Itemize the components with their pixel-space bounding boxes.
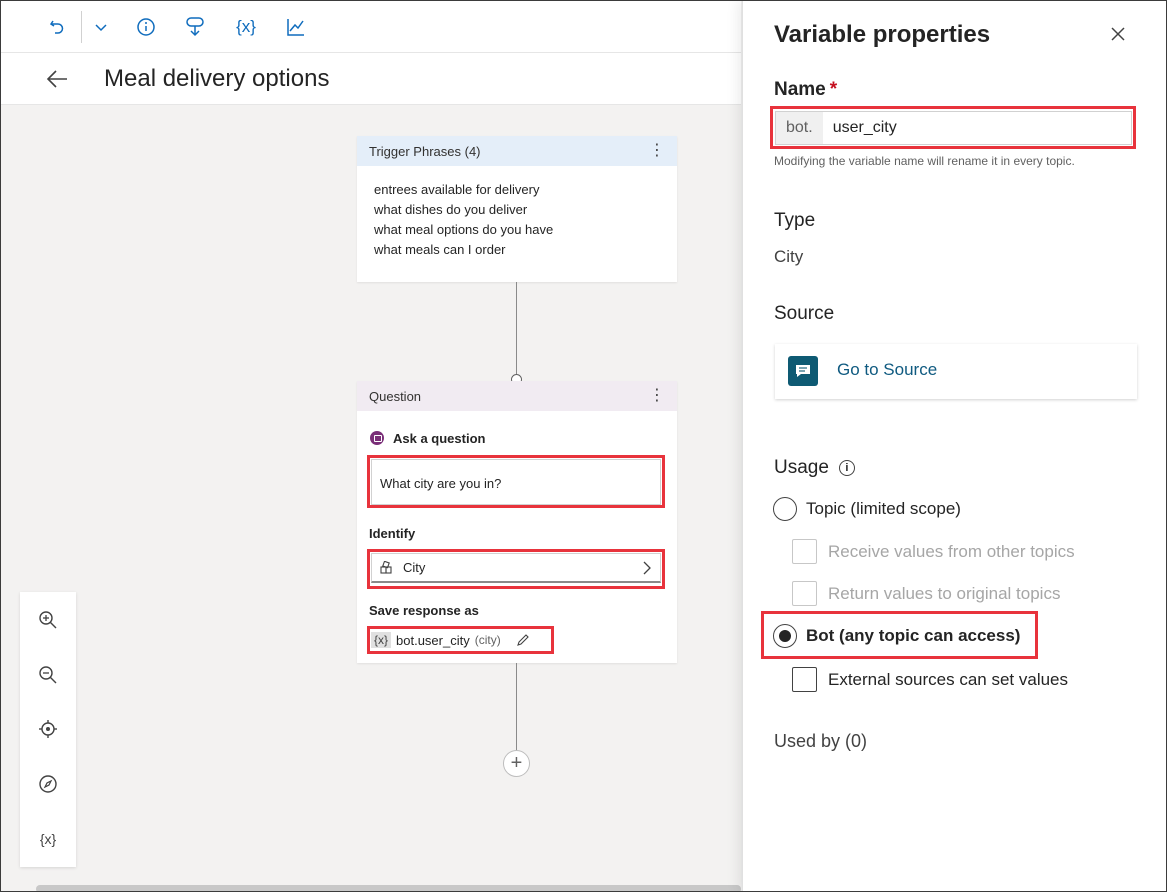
identify-label: Identify [369, 526, 416, 541]
canvas-controls: {x} [20, 592, 76, 867]
question-node-header: Question ⋮ [357, 381, 677, 411]
zoom-out-icon [39, 666, 57, 684]
chat-bubble-icon [788, 356, 818, 386]
panel-title: Variable properties [774, 21, 991, 48]
trigger-node-header: Trigger Phrases (4) ⋮ [357, 136, 677, 166]
usage-topic-label: Topic (limited scope) [806, 499, 961, 518]
name-label-text: Name [774, 79, 826, 100]
chart-line-icon [287, 19, 304, 36]
more-options-icon[interactable]: ⋮ [649, 388, 665, 404]
back-button[interactable] [41, 65, 73, 93]
details-button[interactable] [131, 13, 161, 41]
connector-line [516, 282, 517, 375]
variable-icon: {x} [39, 831, 57, 847]
toolbar-separator [81, 11, 82, 43]
trigger-phrase: entrees available for delivery [374, 182, 540, 197]
plus-icon: + [510, 752, 523, 774]
radio-button[interactable] [773, 497, 797, 521]
external-sources-label: External sources can set values [828, 669, 1069, 689]
highlight-box [761, 611, 1038, 659]
trigger-phrase: what meal options do you have [374, 222, 554, 237]
close-icon [1111, 27, 1125, 41]
more-options-icon[interactable]: ⋮ [649, 143, 665, 159]
highlight-box [367, 626, 554, 654]
question-node-title: Question [369, 388, 422, 404]
undo-icon [49, 20, 64, 34]
variables-panel-button[interactable]: {x} [32, 823, 64, 855]
chat-download-icon [186, 17, 204, 37]
compass-icon [39, 775, 57, 793]
highlight-box [367, 455, 665, 508]
connector-line [516, 663, 517, 751]
chevron-down-icon [95, 24, 107, 32]
variables-button[interactable]: {x} [229, 13, 263, 41]
type-value: City [774, 247, 804, 266]
go-to-source-link[interactable]: Go to Source [837, 360, 937, 380]
question-node[interactable]: Question ⋮ Ask a question What city are … [357, 381, 677, 663]
authoring-canvas[interactable]: Trigger Phrases (4) ⋮ entrees available … [1, 105, 741, 891]
checkbox [792, 581, 817, 606]
save-response-label: Save response as [369, 603, 479, 618]
return-values-option: Return values to original topics [792, 581, 1060, 606]
message-icon [370, 431, 384, 445]
variable-properties-panel: Variable properties Name * bot. user_city… [742, 1, 1166, 891]
info-icon[interactable]: i [838, 460, 855, 476]
required-indicator: * [829, 79, 838, 100]
zoom-in-icon [39, 611, 57, 629]
go-to-source-card[interactable]: Go to Source [775, 344, 1137, 399]
trigger-node-title: Trigger Phrases (4) [369, 143, 481, 159]
app-frame: {x} Meal delivery options Trigger Phrase… [0, 0, 1167, 892]
analytics-button[interactable] [281, 13, 311, 41]
variable-icon: {x} [236, 17, 256, 36]
zoom-in-button[interactable] [32, 604, 64, 636]
return-values-label: Return values to original topics [828, 583, 1061, 603]
trigger-phrase: what dishes do you deliver [374, 202, 528, 217]
toolbar: {x} [1, 1, 741, 53]
source-label: Source [774, 303, 835, 324]
close-button[interactable] [1103, 19, 1133, 49]
trigger-phrases-node[interactable]: Trigger Phrases (4) ⋮ entrees available … [357, 136, 677, 282]
add-node-button[interactable]: + [503, 750, 530, 777]
zoom-out-button[interactable] [32, 659, 64, 691]
name-label: Name * [774, 79, 837, 101]
topic-header: Meal delivery options [1, 53, 741, 105]
checkbox[interactable] [792, 667, 817, 692]
ask-question-label: Ask a question [393, 431, 486, 446]
trigger-phrases-list: entrees available for delivery what dish… [357, 166, 677, 260]
usage-label: Usage i [774, 457, 855, 479]
external-sources-option[interactable]: External sources can set values [792, 667, 1068, 692]
info-icon [137, 18, 155, 36]
usage-topic-option[interactable]: Topic (limited scope) [773, 497, 961, 521]
undo-dropdown-button[interactable] [87, 13, 115, 41]
undo-button[interactable] [41, 13, 73, 41]
horizontal-scrollbar[interactable] [36, 885, 741, 891]
target-icon [39, 720, 57, 738]
receive-values-label: Receive values from other topics [828, 541, 1075, 561]
trigger-phrase: what meals can I order [374, 242, 506, 257]
name-helper-text: Modifying the variable name will rename … [774, 154, 1075, 168]
recenter-button[interactable] [32, 713, 64, 745]
minimap-button[interactable] [32, 768, 64, 800]
type-label: Type [774, 210, 816, 231]
highlight-box [367, 549, 665, 589]
highlight-box [770, 106, 1136, 149]
usage-label-text: Usage [774, 457, 829, 478]
arrow-left-icon [46, 70, 67, 88]
page-title: Meal delivery options [104, 65, 330, 92]
receive-values-option: Receive values from other topics [792, 539, 1075, 564]
test-bot-button[interactable] [179, 13, 211, 41]
used-by-text: Used by (0) [774, 731, 868, 751]
checkbox [792, 539, 817, 564]
